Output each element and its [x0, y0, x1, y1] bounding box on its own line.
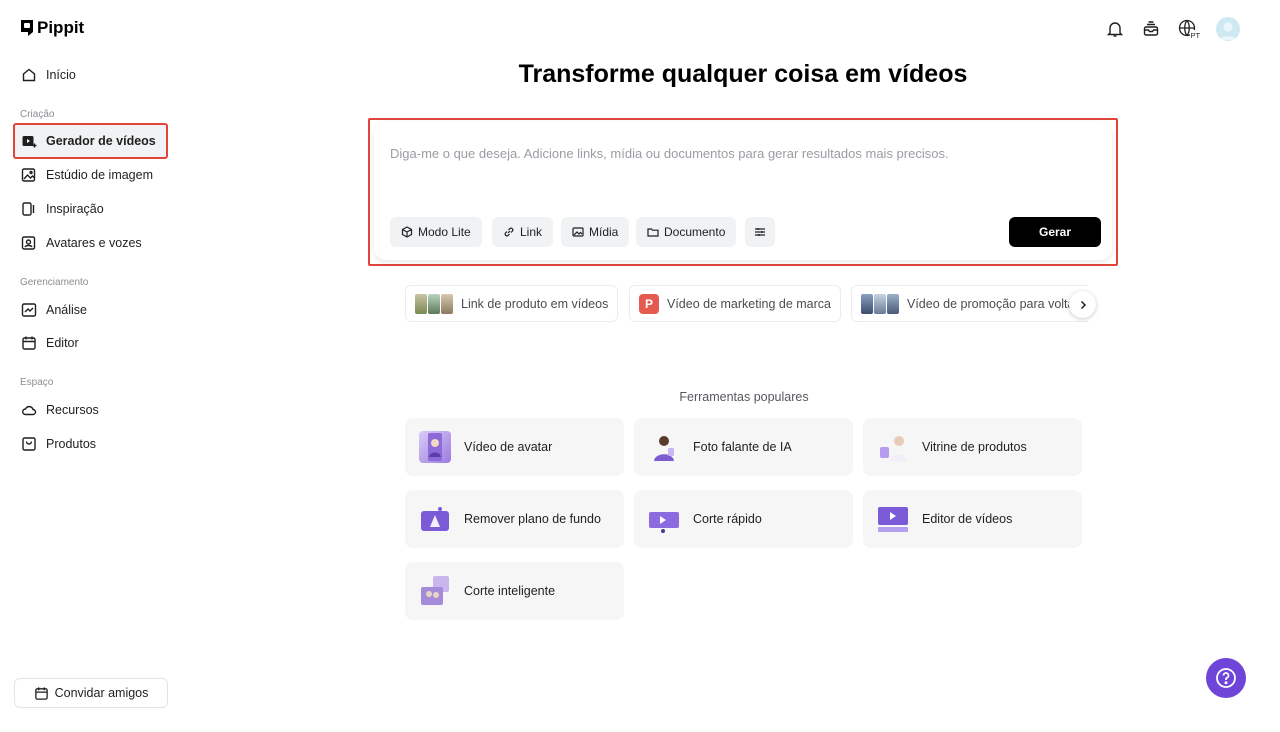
tool-label: Corte rápido: [693, 512, 762, 526]
tool-video-editor[interactable]: Editor de vídeos: [863, 490, 1082, 548]
sidebar-item-label: Editor: [46, 336, 79, 350]
sidebar-item-label: Gerador de vídeos: [46, 134, 156, 148]
help-icon: [1216, 668, 1236, 688]
tool-label: Vídeo de avatar: [464, 440, 553, 454]
app-name: Pippit: [37, 18, 85, 37]
language-code: PT: [1191, 31, 1201, 40]
globe-icon: PT: [1178, 19, 1201, 40]
inspiration-icon: [22, 202, 35, 216]
sidebar: Pippit Início Criação Gerador de vídeos …: [0, 0, 182, 732]
tool-ai-talking-photo[interactable]: Foto falante de IA: [634, 418, 853, 476]
sidebar-item-inspiration[interactable]: Inspiração: [14, 192, 167, 226]
calendar-icon: [22, 336, 36, 350]
video-editor-thumbnail: [877, 503, 909, 535]
tool-avatar-video[interactable]: Vídeo de avatar: [405, 418, 624, 476]
invite-friends-button[interactable]: Convidar amigos: [14, 678, 168, 708]
product-icon: [22, 437, 36, 451]
tool-label: Vitrine de produtos: [922, 440, 1027, 454]
suggestion-brand-marketing[interactable]: P Vídeo de marketing de marca: [629, 285, 841, 322]
smart-cut-thumbnail: [419, 575, 451, 607]
prompt-input[interactable]: Diga-me o que deseja. Adicione links, mí…: [390, 146, 949, 161]
video-generator-icon: [22, 136, 37, 148]
sidebar-item-label: Recursos: [46, 403, 99, 417]
sidebar-item-label: Estúdio de imagem: [46, 168, 154, 182]
lite-mode-label: Modo Lite: [418, 225, 471, 239]
tool-label: Editor de vídeos: [922, 512, 1013, 526]
sidebar-item-label: Produtos: [46, 437, 97, 451]
tool-label: Foto falante de IA: [693, 440, 792, 454]
user-icon: [1219, 22, 1237, 40]
suggestion-label: Vídeo de promoção para volta: [907, 296, 1075, 311]
sidebar-item-analytics[interactable]: Análise: [14, 293, 167, 327]
analytics-icon: [21, 303, 37, 317]
document-label: Documento: [664, 225, 726, 239]
settings-button[interactable]: [745, 217, 775, 247]
suggestion-carousel: Link de produto em vídeos P Vídeo de mar…: [404, 284, 1088, 324]
bell-icon: [1106, 22, 1124, 37]
tool-label: Remover plano de fundo: [464, 512, 601, 526]
inbox-button[interactable]: [1140, 18, 1162, 40]
cube-icon: [401, 226, 413, 238]
section-label-creation: Criação: [20, 109, 55, 120]
media-button[interactable]: Mídia: [561, 217, 630, 247]
media-label: Mídia: [589, 225, 619, 239]
tool-label: Corte inteligente: [464, 584, 556, 598]
tool-product-showcase[interactable]: Vitrine de produtos: [863, 418, 1082, 476]
notifications-button[interactable]: [1104, 18, 1126, 40]
link-button[interactable]: Link: [492, 217, 554, 247]
section-label-management: Gerenciamento: [20, 277, 89, 288]
invite-friends-label: Convidar amigos: [54, 686, 149, 700]
lite-mode-button[interactable]: Modo Lite: [390, 217, 482, 247]
link-icon: [504, 227, 514, 237]
sidebar-item-video-generator[interactable]: Gerador de vídeos: [13, 123, 168, 159]
avatar-video-thumbnail: [419, 431, 451, 463]
quick-cut-thumbnail: [648, 503, 680, 535]
suggestion-thumbnails: [415, 293, 453, 314]
suggestion-label: Vídeo de marketing de marca: [667, 296, 831, 311]
page-title: Transforme qualquer coisa em vídeos: [518, 60, 968, 88]
sidebar-item-label: Análise: [46, 303, 87, 317]
pippit-logo[interactable]: Pippit: [20, 18, 84, 38]
document-button[interactable]: Documento: [636, 217, 737, 247]
suggestion-product-link[interactable]: Link de produto em vídeos: [405, 285, 619, 322]
sidebar-item-label: Inspiração: [46, 202, 104, 216]
chevron-right-icon: [1080, 300, 1086, 309]
help-button[interactable]: [1206, 658, 1246, 698]
sidebar-item-label: Avatares e vozes: [46, 236, 142, 250]
popular-tools-title: Ferramentas populares: [679, 390, 809, 404]
language-button[interactable]: PT: [1176, 18, 1202, 40]
brand-badge-icon: P: [639, 293, 659, 314]
suggestion-label: Link de produto em vídeos: [461, 296, 609, 311]
tool-quick-cut[interactable]: Corte rápido: [634, 490, 853, 548]
section-label-space: Espaço: [20, 377, 54, 388]
cloud-icon: [22, 405, 37, 416]
inbox-icon: [1143, 21, 1159, 36]
user-avatar[interactable]: [1216, 17, 1240, 41]
pippit-logo-icon: [21, 20, 33, 36]
prompt-box[interactable]: Diga-me o que deseja. Adicione links, mí…: [374, 122, 1112, 260]
tool-smart-cut[interactable]: Corte inteligente: [405, 562, 624, 620]
product-showcase-thumbnail: [877, 431, 909, 463]
link-label: Link: [520, 225, 543, 239]
tool-remove-background[interactable]: Remover plano de fundo: [405, 490, 624, 548]
folder-icon: [647, 228, 659, 237]
top-bar: PT: [1104, 17, 1240, 41]
sliders-icon: [755, 228, 765, 236]
suggestion-thumbnails: [861, 293, 899, 314]
sidebar-item-editor[interactable]: Editor: [14, 326, 167, 360]
sidebar-item-image-studio[interactable]: Estúdio de imagem: [14, 158, 167, 192]
avatar-voice-icon: [21, 236, 36, 250]
suggestion-back-promo[interactable]: Vídeo de promoção para volta: [851, 285, 1088, 322]
generate-button[interactable]: Gerar: [1009, 217, 1101, 247]
talking-photo-thumbnail: [648, 431, 680, 463]
prompt-box-highlight: Diga-me o que deseja. Adicione links, mí…: [368, 118, 1118, 266]
gift-calendar-icon: [34, 686, 48, 700]
remove-background-thumbnail: [419, 503, 451, 535]
carousel-next-button[interactable]: [1069, 291, 1096, 318]
image-icon: [572, 227, 584, 237]
image-studio-icon: [21, 168, 36, 182]
sidebar-item-products[interactable]: Produtos: [14, 427, 167, 461]
sidebar-item-avatars[interactable]: Avatares e vozes: [14, 226, 167, 260]
